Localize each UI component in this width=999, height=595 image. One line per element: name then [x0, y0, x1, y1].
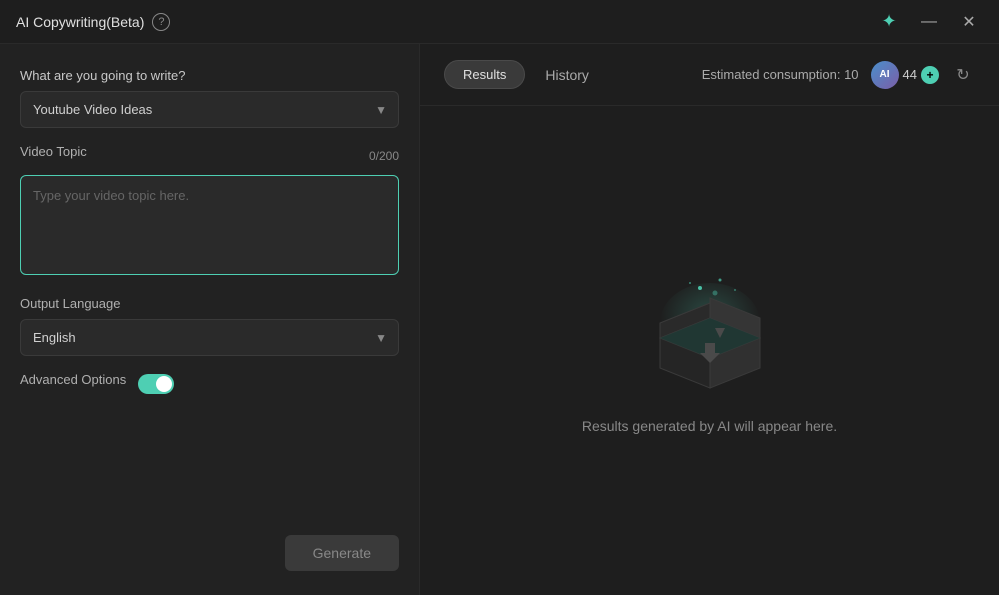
- advanced-options-toggle[interactable]: [138, 374, 174, 394]
- help-icon[interactable]: ?: [152, 13, 170, 31]
- toggle-knob: [156, 376, 172, 392]
- tab-history[interactable]: History: [537, 61, 597, 89]
- empty-state-text: Results generated by AI will appear here…: [582, 418, 837, 434]
- language-dropdown[interactable]: English Spanish French German: [20, 319, 399, 356]
- tab-results[interactable]: Results: [444, 60, 525, 89]
- advanced-options-row: Advanced Options: [20, 372, 399, 395]
- consumption-label: Estimated consumption: 10: [702, 67, 859, 82]
- write-type-label: What are you going to write?: [20, 68, 399, 83]
- credits-count: 44: [903, 67, 917, 82]
- title-bar-left: AI Copywriting(Beta) ?: [16, 13, 170, 31]
- right-content: Results generated by AI will appear here…: [420, 106, 999, 595]
- right-header: Results History Estimated consumption: 1…: [420, 44, 999, 106]
- ai-badge: AI: [871, 61, 899, 89]
- char-count: 0/200: [369, 149, 399, 163]
- app-title: AI Copywriting(Beta): [16, 14, 144, 30]
- star-icon[interactable]: ✦: [875, 8, 903, 36]
- write-type-dropdown[interactable]: Youtube Video Ideas Blog Post Product De…: [20, 91, 399, 128]
- title-bar-right: ✦ — ✕: [875, 8, 983, 36]
- close-button[interactable]: ✕: [955, 8, 983, 36]
- video-topic-label: Video Topic: [20, 144, 87, 159]
- language-dropdown-wrapper: English Spanish French German ▼: [20, 319, 399, 356]
- video-topic-section: Video Topic 0/200: [20, 144, 399, 280]
- minimize-button[interactable]: —: [915, 8, 943, 36]
- refresh-button[interactable]: ↻: [951, 63, 975, 87]
- right-panel: Results History Estimated consumption: 1…: [420, 44, 999, 595]
- credits-row: AI 44 +: [871, 61, 939, 89]
- write-type-section: What are you going to write? Youtube Vid…: [20, 68, 399, 128]
- generate-btn-wrapper: Generate: [20, 535, 399, 571]
- add-credits-button[interactable]: +: [921, 66, 939, 84]
- video-topic-header: Video Topic 0/200: [20, 144, 399, 167]
- title-bar: AI Copywriting(Beta) ? ✦ — ✕: [0, 0, 999, 44]
- advanced-options-label: Advanced Options: [20, 372, 126, 387]
- output-language-label: Output Language: [20, 296, 399, 311]
- main-layout: What are you going to write? Youtube Vid…: [0, 44, 999, 595]
- left-panel: What are you going to write? Youtube Vid…: [0, 44, 420, 595]
- output-language-section: Output Language English Spanish French G…: [20, 296, 399, 356]
- empty-state-illustration: [640, 268, 780, 398]
- video-topic-input[interactable]: [20, 175, 399, 275]
- generate-button[interactable]: Generate: [285, 535, 399, 571]
- write-type-dropdown-wrapper: Youtube Video Ideas Blog Post Product De…: [20, 91, 399, 128]
